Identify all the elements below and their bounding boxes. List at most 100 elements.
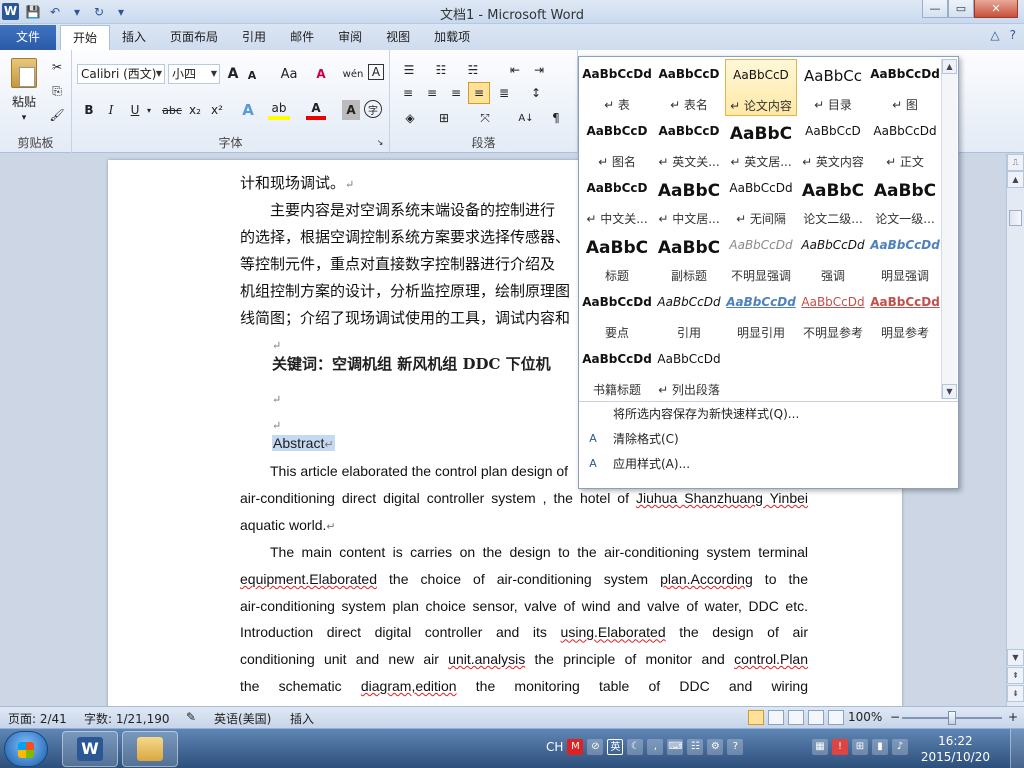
windows-flag-icon[interactable]: ⊞ — [852, 739, 868, 755]
style-item[interactable]: AaBbCcD ↵ 论文内容 — [725, 59, 797, 116]
style-item[interactable]: AaBbCcD ↵ 图名 — [581, 116, 653, 173]
text-effects-button[interactable]: A — [238, 100, 258, 120]
sort-icon[interactable]: A↓ — [514, 108, 538, 128]
english-paragraph-2[interactable]: The main content is carries on the desig… — [240, 539, 808, 700]
superscript-button[interactable]: x² — [208, 100, 226, 120]
soft-keyboard-icon[interactable]: ⌨ — [667, 739, 684, 755]
style-item[interactable]: AaBbCcDd 明显参考 — [869, 287, 941, 344]
underline-dropdown-icon[interactable]: ▾ — [144, 102, 154, 118]
style-item[interactable]: AaBbCcDd 明显引用 — [725, 287, 797, 344]
increase-indent-icon[interactable]: ⇥ — [528, 60, 550, 80]
clear-formatting-button[interactable]: A — [312, 64, 330, 84]
chinese-layout-icon[interactable]: ⤧ — [472, 108, 498, 128]
style-item[interactable]: AaBbC 论文二级... — [797, 173, 869, 230]
zoom-out-button[interactable]: − — [890, 710, 900, 724]
print-layout-view-button[interactable] — [748, 710, 764, 725]
style-item[interactable]: AaBbCcDd 引用 — [653, 287, 725, 344]
tab-review[interactable]: 审阅 — [326, 25, 374, 50]
draft-view-button[interactable] — [828, 710, 844, 725]
shading-icon[interactable]: ◈ — [398, 108, 422, 128]
style-item[interactable]: AaBbCcDd ↵ 图 — [869, 59, 941, 116]
enclose-characters-button[interactable]: 字 — [364, 100, 382, 118]
network-signal-icon[interactable]: ▮ — [872, 739, 888, 755]
help-icon[interactable]: ? — [1010, 28, 1016, 42]
style-item[interactable]: AaBbCcD ↵ 中文关... — [581, 173, 653, 230]
align-center-icon[interactable]: ≡ — [422, 84, 442, 102]
gallery-scroll-down-button[interactable]: ▼ — [942, 384, 957, 399]
style-item[interactable]: AaBbCcDd 不明显强调 — [725, 230, 797, 287]
tab-insert[interactable]: 插入 — [110, 25, 158, 50]
ime-switch-icon[interactable]: ⊘ — [587, 739, 604, 755]
tab-view[interactable]: 视图 — [374, 25, 422, 50]
style-item[interactable]: AaBbCcD ↵ 英文关... — [653, 116, 725, 173]
style-item[interactable]: AaBbCcDd 不明显参考 — [797, 287, 869, 344]
redo-icon[interactable]: ↻ — [90, 3, 108, 21]
phonetic-guide-button[interactable]: wén — [342, 64, 364, 84]
show-desktop-button[interactable] — [1010, 729, 1024, 768]
ime-help-icon[interactable]: ? — [727, 739, 744, 755]
style-item[interactable]: AaBbCcDd ↵ 正文 — [869, 116, 941, 173]
justify-icon[interactable]: ≡ — [468, 82, 490, 104]
page-count[interactable]: 页面: 2/41 — [8, 710, 67, 727]
highlight-button[interactable]: ab — [268, 100, 290, 120]
bullets-icon[interactable]: ☰ — [398, 60, 420, 80]
copy-icon[interactable]: ⎘ — [48, 82, 66, 100]
style-item[interactable]: AaBbC 标题 — [581, 230, 653, 287]
ime-english-toggle[interactable]: 英 — [607, 739, 624, 755]
outline-view-button[interactable] — [808, 710, 824, 725]
word-logo-icon[interactable]: W — [2, 3, 19, 20]
font-dialog-launcher-icon[interactable]: ↘ — [374, 136, 386, 148]
volume-icon[interactable]: ♪ — [892, 739, 908, 755]
language-indicator[interactable]: 英语(美国) — [214, 710, 271, 727]
underline-button[interactable]: U — [126, 100, 144, 120]
shrink-font-button[interactable]: A — [244, 66, 260, 84]
change-case-button[interactable]: Aa — [276, 64, 302, 84]
ime-settings-icon[interactable]: ⚙ — [707, 739, 724, 755]
style-item[interactable]: AaBbCcDd ↵ 表 — [581, 59, 653, 116]
tab-file[interactable]: 文件 — [0, 25, 56, 50]
customize-qat-icon[interactable]: ▾ — [112, 3, 130, 21]
style-item[interactable]: AaBbCc ↵ 目录 — [797, 59, 869, 116]
style-item[interactable]: AaBbCcDd ↵ 列出段落 — [653, 344, 725, 401]
grow-font-button[interactable]: A — [224, 64, 242, 84]
numbering-icon[interactable]: ☷ — [430, 60, 452, 80]
distributed-icon[interactable]: ≣ — [494, 84, 514, 102]
bold-button[interactable]: B — [80, 100, 98, 120]
font-name-dropdown-icon[interactable]: ▼ — [156, 65, 162, 83]
cut-icon[interactable]: ✂ — [48, 58, 66, 76]
style-item[interactable]: AaBbCcDd 书籍标题 — [581, 344, 653, 401]
maximize-button[interactable]: ▭ — [948, 0, 974, 18]
style-item[interactable]: AaBbC ↵ 中文居... — [653, 173, 725, 230]
tab-page-layout[interactable]: 页面布局 — [158, 25, 230, 50]
system-clock[interactable]: 16:22 2015/10/20 — [921, 733, 990, 765]
paste-dropdown-icon[interactable]: ▾ — [18, 112, 30, 124]
proofing-icon[interactable]: ✎ — [186, 710, 196, 724]
font-size-combo[interactable]: 小四 ▼ — [168, 64, 220, 84]
scroll-thumb[interactable] — [1009, 210, 1022, 226]
tab-references[interactable]: 引用 — [230, 25, 278, 50]
save-quick-style-menu-item[interactable]: 将所选内容保存为新快速样式(Q)... — [579, 402, 958, 427]
align-left-icon[interactable]: ≡ — [398, 84, 418, 102]
zoom-slider-thumb[interactable] — [948, 711, 956, 725]
zoom-level[interactable]: 100% — [848, 710, 882, 724]
style-item[interactable]: AaBbCcDd 要点 — [581, 287, 653, 344]
zoom-in-button[interactable]: + — [1008, 710, 1018, 724]
start-button[interactable] — [4, 731, 48, 767]
punctuation-icon[interactable]: , — [647, 739, 664, 755]
ime-language[interactable]: CH — [546, 740, 563, 754]
undo-dropdown-icon[interactable]: ▾ — [68, 3, 86, 21]
security-icon[interactable]: ! — [832, 739, 848, 755]
align-right-icon[interactable]: ≡ — [446, 84, 466, 102]
style-item[interactable]: AaBbCcD ↵ 表名 — [653, 59, 725, 116]
ime-tools-icon[interactable]: ☷ — [687, 739, 704, 755]
minimize-ribbon-icon[interactable]: △ — [990, 28, 999, 42]
multilevel-list-icon[interactable]: ☵ — [462, 60, 484, 80]
borders-icon[interactable]: ⊞ — [432, 108, 456, 128]
scroll-up-button[interactable]: ▲ — [1007, 171, 1024, 188]
half-width-moon-icon[interactable]: ☾ — [627, 739, 644, 755]
show-marks-icon[interactable]: ¶ — [546, 108, 566, 128]
font-color-button[interactable]: A — [306, 100, 326, 120]
next-page-button[interactable]: ⇟ — [1007, 685, 1024, 702]
line-spacing-icon[interactable]: ↕ — [524, 84, 548, 102]
apply-styles-menu-item[interactable]: A 应用样式(A)... — [579, 452, 958, 477]
